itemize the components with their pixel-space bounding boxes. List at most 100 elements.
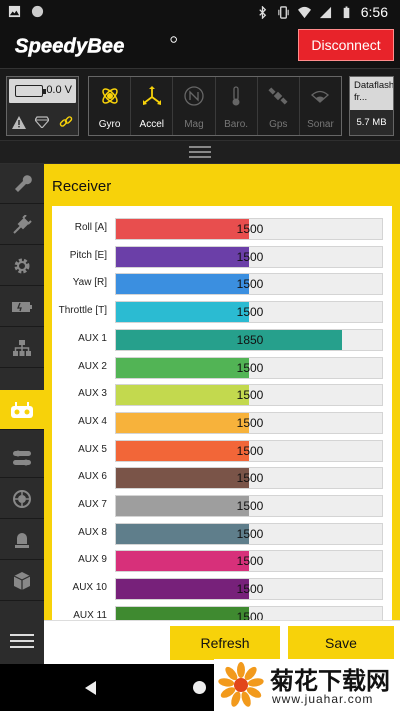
sensor-bar: 0.0 V Gyro Accel Mag Baro. Gps Sonar Dat… xyxy=(0,68,400,140)
sidebar-item-receiver[interactable] xyxy=(0,390,44,430)
channel-row: AUX 6 1500 xyxy=(52,467,392,490)
sidebar-item-ports[interactable] xyxy=(0,205,44,245)
sidebar-item-motors[interactable] xyxy=(0,479,44,519)
bluetooth-icon xyxy=(259,5,266,19)
flower-logo-icon xyxy=(218,662,264,707)
channel-bar: 1500 xyxy=(115,550,383,573)
channel-value: 1500 xyxy=(236,360,264,375)
watermark-url: www.juahar.com xyxy=(272,692,374,706)
sensor-gyro: Gyro xyxy=(89,77,132,135)
channel-bar: 1500 xyxy=(115,384,383,407)
channel-value: 1500 xyxy=(236,222,264,236)
action-bar: Refresh Save xyxy=(44,620,400,664)
channel-row: AUX 9 1500 xyxy=(52,550,392,573)
channel-value: 1500 xyxy=(236,471,264,486)
channel-label: Throttle [T] xyxy=(58,305,107,317)
motor-icon xyxy=(13,489,31,508)
system-navigation-bar: 菊花下载网 www.juahar.com xyxy=(0,659,400,711)
channel-value: 1500 xyxy=(236,305,264,320)
channel-bar: 1500 xyxy=(115,411,383,434)
home-icon[interactable] xyxy=(193,681,206,694)
channel-row: AUX 7 1500 xyxy=(52,495,392,517)
sidebar-item-led[interactable] xyxy=(0,520,44,560)
channel-label: AUX 5 xyxy=(78,443,107,455)
vibrate-icon xyxy=(278,5,289,19)
dataflash-panel[interactable]: Dataflash fr... 5.7 MB xyxy=(349,76,394,136)
sidebar-item-setup[interactable] xyxy=(0,164,44,204)
back-icon[interactable] xyxy=(85,681,97,695)
watermark: 菊花下载网 www.juahar.com xyxy=(214,659,400,711)
channel-label: AUX 9 xyxy=(78,554,107,566)
channel-row: Yaw [R] 1500 xyxy=(52,273,392,296)
accel-icon xyxy=(142,86,161,105)
channel-bar: 1500 xyxy=(115,273,383,296)
refresh-button[interactable]: Refresh xyxy=(170,626,280,660)
channel-bar: 1500 xyxy=(115,218,383,240)
channel-label: AUX 10 xyxy=(72,582,107,594)
led-icon xyxy=(15,532,29,548)
channel-bar: 1850 xyxy=(115,328,383,351)
dataflash-size: 5.7 MB xyxy=(350,110,393,135)
gear-icon xyxy=(14,258,30,273)
channel-list[interactable]: Roll [A] 1500 Pitch [E] 1500 Yaw [R] 1500 Thro… xyxy=(52,206,392,620)
wifi-icon xyxy=(297,6,311,18)
sidebar-item-configuration[interactable] xyxy=(0,246,44,286)
dataflash-label: Dataflash fr... xyxy=(354,80,393,103)
channel-row: Pitch [E] 1500 xyxy=(52,245,392,268)
toggle-switch-icon xyxy=(13,450,31,465)
save-button[interactable]: Save xyxy=(288,626,394,660)
compass-icon xyxy=(184,86,204,106)
sonar-icon xyxy=(311,90,330,103)
battery-voltage: 0.0 V xyxy=(46,84,72,96)
gyro-icon xyxy=(101,88,118,104)
channel-value: 1500 xyxy=(236,526,264,541)
sensor-sonar: Sonar xyxy=(300,77,341,135)
disconnect-button[interactable]: Disconnect xyxy=(298,29,394,61)
sidebar-item-osd[interactable] xyxy=(0,561,44,601)
channel-label: AUX 3 xyxy=(78,388,107,400)
channel-row: AUX 5 1500 xyxy=(52,439,392,462)
cube-icon xyxy=(13,571,31,590)
image-notification-icon xyxy=(8,5,21,18)
channel-row: Roll [A] 1500 xyxy=(52,218,392,240)
battery-charge-icon xyxy=(12,301,32,312)
channel-label: Yaw [R] xyxy=(72,277,107,289)
channel-row: AUX 4 1500 xyxy=(52,411,392,434)
channel-value: 1500 xyxy=(236,415,264,430)
channel-value: 1500 xyxy=(236,499,264,513)
channel-value: 1500 xyxy=(236,609,264,620)
status-bar: 6:56 xyxy=(0,0,400,24)
circle-notification-icon xyxy=(31,5,44,18)
channel-label: Pitch [E] xyxy=(69,249,107,261)
battery-panel: 0.0 V xyxy=(6,76,79,136)
drawer-handle[interactable] xyxy=(0,140,400,164)
sidebar-menu-button[interactable] xyxy=(0,618,44,664)
channel-row: AUX 11 1500 xyxy=(52,605,392,620)
channel-label: Roll [A] xyxy=(74,222,107,233)
channel-bar: 1500 xyxy=(115,495,383,517)
channel-label: AUX 1 xyxy=(78,332,107,344)
channel-bar: 1500 xyxy=(115,301,383,324)
drag-handle-icon xyxy=(189,146,211,158)
remote-control-icon xyxy=(11,401,33,418)
page-title: Receiver xyxy=(52,178,112,195)
channel-bar: 1500 xyxy=(115,245,383,268)
sensor-accel: Accel xyxy=(131,77,174,135)
sidebar-item-power[interactable] xyxy=(0,287,44,327)
battery-icon xyxy=(15,85,46,97)
wrench-icon xyxy=(15,174,32,192)
channel-value: 1500 xyxy=(236,277,264,292)
channel-label: AUX 8 xyxy=(78,526,107,538)
channel-label: AUX 6 xyxy=(78,471,107,483)
channel-row: AUX 3 1500 xyxy=(52,384,392,407)
sensor-gps: Gps xyxy=(258,77,300,135)
hamburger-menu-icon xyxy=(10,634,34,648)
channel-row: AUX 2 1500 xyxy=(52,356,392,379)
channel-row: AUX 1 1850 xyxy=(52,328,392,351)
clock: 6:56 xyxy=(360,4,388,20)
warning-icon xyxy=(11,115,26,129)
sidebar-item-failsafe[interactable] xyxy=(0,328,44,368)
channel-label: AUX 11 xyxy=(73,609,107,620)
sidebar xyxy=(0,164,44,664)
sidebar-item-modes[interactable] xyxy=(0,438,44,478)
